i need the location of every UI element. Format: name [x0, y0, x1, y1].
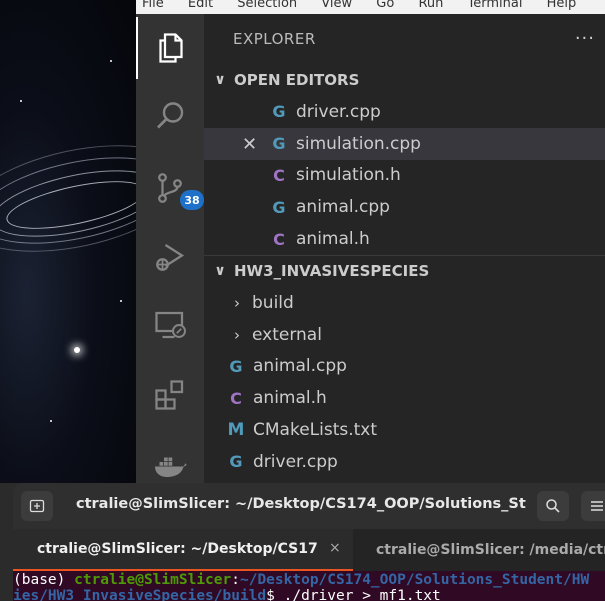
- menu-bar: File Edit Selection View Go Run Terminal…: [136, 0, 605, 14]
- new-tab-icon: [29, 499, 45, 513]
- open-editors-section-header[interactable]: ∨ OPEN EDITORS: [204, 64, 605, 96]
- folder-item[interactable]: › external: [204, 319, 605, 351]
- menu-go[interactable]: Go: [376, 0, 394, 11]
- extensions-icon: [155, 380, 184, 410]
- folder-label: external: [252, 324, 322, 345]
- cpp-file-icon: G: [229, 356, 243, 376]
- terminal-tab-label: ctralie@SlimSlicer: /media/ctrali: [376, 542, 605, 558]
- open-editor-item[interactable]: C simulation.h: [204, 160, 605, 192]
- file-label: CMakeLists.txt: [253, 420, 378, 441]
- scm-changes-badge: 38: [180, 190, 204, 210]
- menu-selection[interactable]: Selection: [237, 0, 297, 11]
- folder-label: build: [252, 292, 294, 313]
- cpp-file-icon: G: [272, 102, 286, 122]
- run-debug-icon: [156, 244, 185, 271]
- command-text: $ ./driver > mf1.txt: [266, 588, 441, 601]
- project-label: HW3_INVASIVESPECIES: [234, 262, 430, 281]
- file-item[interactable]: G driver.cpp: [204, 446, 605, 478]
- files-icon: [159, 33, 183, 63]
- header-file-icon: C: [273, 165, 285, 185]
- cmake-file-icon: M: [227, 420, 245, 441]
- star: [110, 60, 112, 62]
- remote-explorer-activity-button[interactable]: [136, 294, 204, 356]
- search-icon: [546, 499, 560, 513]
- desktop-wallpaper: [0, 0, 136, 490]
- open-editor-label: animal.cpp: [296, 197, 390, 218]
- menu-file[interactable]: File: [142, 0, 164, 11]
- open-editor-label: simulation.h: [296, 165, 401, 186]
- explorer-header: EXPLORER ···: [204, 14, 605, 64]
- explorer-activity-button[interactable]: [136, 17, 204, 79]
- file-label: animal.cpp: [253, 356, 347, 377]
- cpp-file-icon: G: [272, 197, 286, 217]
- explorer-title: EXPLORER: [233, 30, 316, 48]
- prompt-user: ctralie@SlimSlicer: [74, 572, 232, 588]
- star: [74, 347, 80, 353]
- file-label: animal.h: [253, 388, 327, 409]
- open-editor-item[interactable]: G animal.cpp: [204, 191, 605, 223]
- terminal-menu-button[interactable]: [581, 491, 605, 521]
- chevron-right-icon: ›: [234, 293, 240, 312]
- chevron-right-icon: ›: [234, 325, 240, 344]
- close-tab-icon[interactable]: ×: [329, 540, 341, 556]
- menu-view[interactable]: View: [321, 0, 352, 11]
- star: [120, 300, 122, 302]
- search-activity-button[interactable]: [136, 86, 204, 148]
- open-editor-label: simulation.cpp: [296, 133, 421, 154]
- terminal-tab-label: ctralie@SlimSlicer: ~/Desktop/CS174...: [37, 541, 317, 557]
- chevron-down-icon: ∨: [214, 263, 226, 280]
- cpp-file-icon: G: [229, 452, 243, 472]
- file-item[interactable]: M CMakeLists.txt: [204, 414, 605, 446]
- folder-item[interactable]: › build: [204, 287, 605, 319]
- prompt-colon: :: [231, 572, 240, 588]
- more-actions-icon[interactable]: ···: [575, 28, 595, 49]
- open-editor-item[interactable]: C animal.h: [204, 223, 605, 255]
- new-tab-button[interactable]: [21, 491, 53, 521]
- menu-help[interactable]: Help: [547, 0, 577, 11]
- hamburger-menu-icon: [591, 501, 603, 511]
- terminal-tab[interactable]: ctralie@SlimSlicer: /media/ctrali: [376, 529, 605, 571]
- menu-edit[interactable]: Edit: [188, 0, 213, 11]
- search-icon: [157, 102, 184, 129]
- console-line: ies/HW3_InvasiveSpecies/build$ ./driver …: [13, 588, 441, 601]
- terminal-window: ctralie@SlimSlicer: ~/Desktop/CS174_OOP/…: [0, 483, 605, 601]
- remote-explorer-icon: [155, 311, 186, 339]
- terminal-headerbar: ctralie@SlimSlicer: ~/Desktop/CS174_OOP/…: [13, 483, 605, 529]
- open-editor-label: driver.cpp: [296, 101, 381, 122]
- open-editor-label: animal.h: [296, 229, 370, 250]
- terminal-tabs: ctralie@SlimSlicer: ~/Desktop/CS174... ×…: [13, 529, 605, 571]
- project-section-header[interactable]: ∨ HW3_INVASIVESPECIES: [204, 254, 605, 287]
- star: [20, 100, 22, 102]
- file-label: driver.cpp: [253, 451, 338, 472]
- terminal-window-title: ctralie@SlimSlicer: ~/Desktop/CS174_OOP/…: [76, 496, 526, 512]
- menu-run[interactable]: Run: [418, 0, 443, 11]
- header-file-icon: C: [230, 388, 242, 408]
- console-line: (base) ctralie@SlimSlicer:~/Desktop/CS17…: [13, 572, 589, 588]
- explorer-sidebar: EXPLORER ··· ∨ OPEN EDITORS G driver.cpp…: [204, 14, 605, 490]
- open-editor-item-selected[interactable]: ✕ G simulation.cpp: [204, 127, 605, 160]
- run-debug-activity-button[interactable]: [136, 226, 204, 288]
- terminal-tab-active[interactable]: ctralie@SlimSlicer: ~/Desktop/CS174... ×: [13, 529, 353, 571]
- close-icon[interactable]: ✕: [242, 134, 257, 155]
- activity-bar: 38: [136, 14, 204, 490]
- chevron-down-icon: ∨: [214, 72, 226, 88]
- header-file-icon: C: [273, 229, 285, 249]
- file-item[interactable]: C animal.h: [204, 382, 605, 414]
- menu-terminal[interactable]: Terminal: [468, 0, 523, 11]
- open-editors-label: OPEN EDITORS: [234, 71, 360, 89]
- conda-env: (base): [13, 572, 75, 588]
- terminal-console[interactable]: (base) ctralie@SlimSlicer:~/Desktop/CS17…: [13, 571, 605, 601]
- prompt-path: ~/Desktop/CS174_OOP/Solutions_Student/HW: [239, 572, 590, 588]
- prompt-path-cont: ies/HW3_InvasiveSpecies/build: [13, 588, 267, 601]
- file-item[interactable]: G animal.cpp: [204, 351, 605, 383]
- open-editor-item[interactable]: G driver.cpp: [204, 96, 605, 128]
- star: [50, 420, 52, 422]
- cpp-file-icon: G: [272, 134, 286, 154]
- extensions-activity-button[interactable]: [136, 364, 204, 426]
- docker-icon: [155, 457, 187, 477]
- terminal-search-button[interactable]: [537, 491, 569, 521]
